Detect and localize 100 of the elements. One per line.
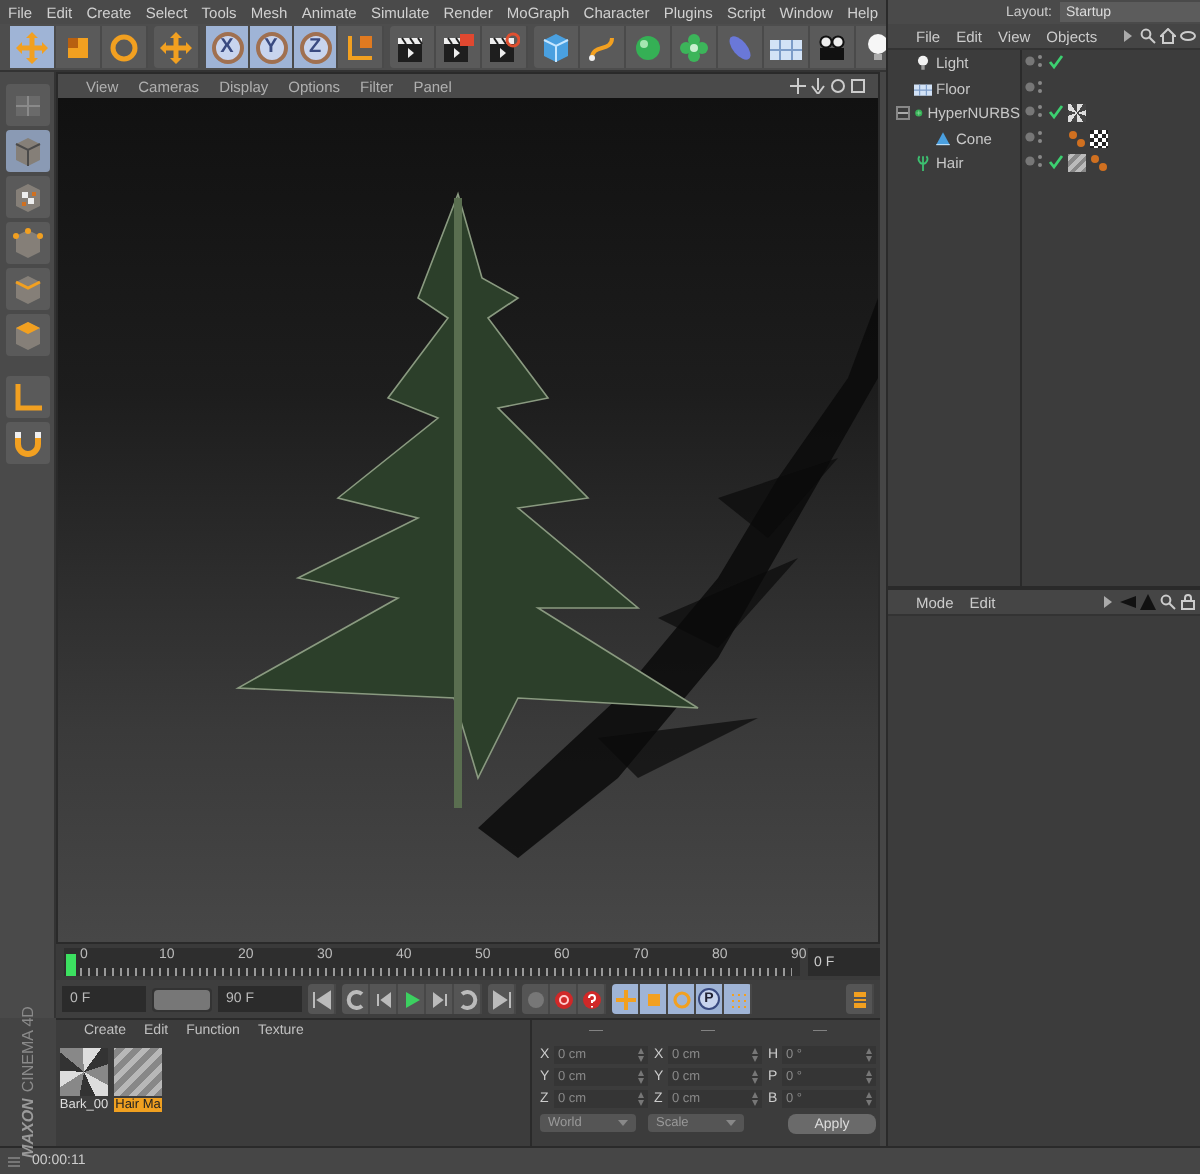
- hypernurbs-icon: [914, 104, 924, 123]
- skip-to-start-icon: [311, 989, 331, 1009]
- material-swatch[interactable]: [114, 1048, 162, 1096]
- checkmark-icon: [1048, 53, 1064, 70]
- coordinate-system-icon: [344, 31, 376, 63]
- skip-to-start-button[interactable]: [308, 984, 336, 1014]
- skip-to-end-button[interactable]: [488, 984, 516, 1014]
- dots-tag-icon: [1090, 153, 1108, 172]
- brand-logo-text: MAXON: [19, 1098, 37, 1158]
- up-arrow-icon: [1140, 594, 1156, 610]
- polygons-mode-button[interactable]: [5, 314, 49, 356]
- cone-icon: [934, 129, 952, 148]
- flower-icon: [678, 31, 710, 63]
- product-logo-text: CINEMA 4D: [19, 1006, 37, 1093]
- light-bulb-icon: [862, 31, 886, 63]
- panel-mode-button[interactable]: [5, 84, 49, 126]
- search-icon: [1160, 594, 1176, 610]
- spinner-arrows-icon: [638, 1048, 644, 1062]
- clapperboard-icon: [488, 31, 520, 63]
- help-button[interactable]: [578, 984, 606, 1014]
- eye-icon: [1180, 28, 1196, 44]
- cube-edges-icon: [11, 273, 43, 305]
- loop-forward-icon: [457, 989, 477, 1009]
- home-icon: [1160, 28, 1176, 44]
- cube-icon: [11, 135, 43, 167]
- move-icon: [16, 31, 48, 63]
- rotate-view-icon: [830, 78, 846, 94]
- spinner-arrows-icon: [866, 1070, 872, 1084]
- axis-lock-button[interactable]: Y: [250, 26, 294, 68]
- visibility-dots-icon: [1024, 127, 1044, 146]
- snap-mode-button[interactable]: [5, 422, 49, 464]
- spinner-arrows-icon: [752, 1092, 758, 1106]
- move-icon: [615, 989, 635, 1009]
- visibility-dots-icon: [1024, 52, 1044, 71]
- timeline-icon: [849, 989, 869, 1009]
- step-forward-icon: [429, 989, 449, 1009]
- collapse-icon: [898, 108, 908, 119]
- search-icon: [1140, 28, 1156, 44]
- model-mode-button[interactable]: [5, 130, 49, 172]
- hair-icon: [914, 154, 932, 173]
- axis-lock-button[interactable]: X: [206, 26, 250, 68]
- texture-tag[interactable]: [1068, 103, 1086, 122]
- spinner-arrows-icon: [866, 1092, 872, 1106]
- point-grid-icon: [727, 989, 747, 1009]
- move-button[interactable]: [612, 984, 640, 1014]
- sphere-icon: [632, 31, 664, 63]
- axis-mode-button[interactable]: [5, 376, 49, 418]
- floor-icon: [914, 79, 932, 98]
- arrow-down-icon: [810, 78, 826, 94]
- material-tag[interactable]: [1068, 153, 1086, 172]
- magnet-icon: [11, 427, 43, 459]
- visibility-dots-icon: [1024, 102, 1044, 121]
- move-tool-button[interactable]: [10, 26, 56, 68]
- skip-to-end-icon: [491, 989, 511, 1009]
- checker-cube-icon: [11, 181, 43, 213]
- checkmark-icon: [1048, 103, 1064, 120]
- texture-mode-button[interactable]: [5, 176, 49, 218]
- axis-icon: [11, 381, 43, 413]
- edges-mode-button[interactable]: [5, 268, 49, 310]
- dots-tag-icon: [1068, 129, 1086, 148]
- spinner-arrows-icon: [638, 1070, 644, 1084]
- key-icon: [525, 989, 545, 1009]
- record-button[interactable]: [550, 984, 578, 1014]
- caret-icon: [618, 1120, 628, 1126]
- back-arrow-icon: [1120, 594, 1136, 610]
- grip-icon: [8, 1155, 20, 1167]
- cube-face-icon: [11, 319, 43, 351]
- floor-button[interactable]: [764, 26, 810, 68]
- checker-tag[interactable]: [1090, 129, 1108, 148]
- material-swatch[interactable]: [60, 1048, 108, 1096]
- cube-points-icon: [11, 227, 43, 259]
- cube-icon: [540, 31, 572, 63]
- scale-icon: [643, 989, 663, 1009]
- spinner-arrows-icon: [752, 1070, 758, 1084]
- camera-icon: [816, 31, 848, 63]
- maximize-icon: [850, 78, 866, 94]
- record-icon: [553, 989, 573, 1009]
- loop-back-icon: [345, 989, 365, 1009]
- axis-lock-button[interactable]: Z: [294, 26, 338, 68]
- visibility-dots-icon: [1024, 152, 1044, 171]
- play-icon: [401, 989, 421, 1009]
- visibility-dots-icon: [1024, 77, 1044, 96]
- play-small-icon: [1100, 594, 1116, 610]
- checkmark-icon: [1048, 153, 1064, 170]
- lock-icon: [1180, 594, 1196, 610]
- loop-back-button[interactable]: [342, 984, 370, 1014]
- light-bulb-icon: [914, 54, 932, 73]
- expand-toggle[interactable]: [896, 106, 910, 121]
- rotate-button[interactable]: [668, 984, 696, 1014]
- spinner-arrows-icon: [638, 1092, 644, 1106]
- caret-icon: [726, 1120, 736, 1126]
- help-icon: [581, 989, 601, 1009]
- rotate-icon: [108, 31, 140, 63]
- spinner-arrows-icon: [866, 1048, 872, 1062]
- points-mode-button[interactable]: [5, 222, 49, 264]
- step-back-icon: [373, 989, 393, 1009]
- capsule-icon: [724, 31, 756, 63]
- spinner-arrows-icon: [752, 1048, 758, 1062]
- clapperboard-icon: [442, 31, 474, 63]
- navigate-icon: [790, 78, 806, 94]
